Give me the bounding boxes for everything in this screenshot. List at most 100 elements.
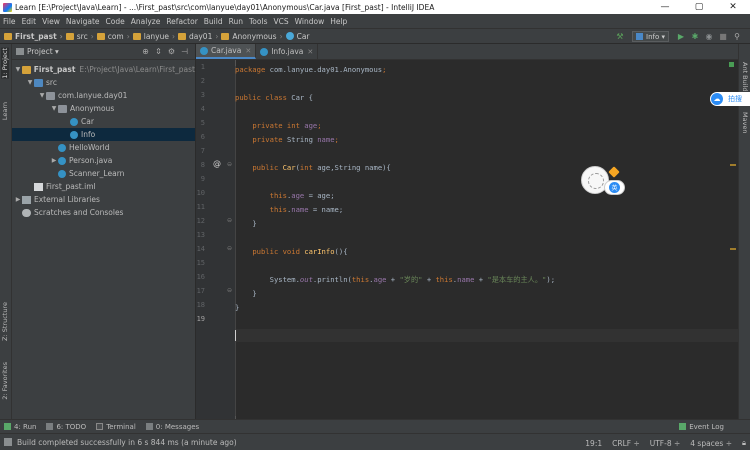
status-message[interactable]: Build completed successfully in 6 s 844 … [17, 438, 237, 447]
expanded-arrow-icon[interactable]: ▼ [26, 79, 34, 86]
tree-item-external-libraries[interactable]: ▶ External Libraries [12, 193, 195, 206]
tool-tab-structure[interactable]: Z: Structure [1, 302, 9, 341]
folder-icon [221, 32, 230, 40]
tool-tab-run[interactable]: 4: Run [4, 423, 36, 431]
tree-item-first-past[interactable]: ▼ First_past E:\Project\Java\Learn\First… [12, 63, 195, 76]
fold-icon[interactable]: ⊖ [227, 217, 232, 224]
tree-item-anonymous[interactable]: ▼ Anonymous [12, 102, 195, 115]
tool-tab-ant-build[interactable]: Ant Build [741, 62, 749, 92]
menu-window[interactable]: Window [295, 17, 325, 26]
folder-icon [65, 32, 74, 40]
event-log-icon [679, 423, 687, 430]
tree-item-src[interactable]: ▼ src [12, 76, 195, 89]
collapsed-arrow-icon[interactable]: ▶ [50, 157, 58, 164]
hide-panel-icon[interactable]: ⊣ [178, 47, 191, 56]
fold-icon[interactable]: ⊖ [227, 287, 232, 294]
close-button[interactable]: ✕ [716, 2, 750, 12]
tool-tab-favorites[interactable]: 2: Favorites [1, 362, 9, 400]
settings-gear-icon[interactable]: ⚙ [165, 47, 178, 56]
close-tab-icon[interactable]: ✕ [307, 48, 313, 56]
build-hammer-icon[interactable]: ⚒ [613, 32, 627, 41]
indent-setting[interactable]: 4 spaces ÷ [690, 439, 732, 448]
coverage-icon[interactable]: ◉ [702, 32, 716, 41]
caret-position[interactable]: 19:1 [585, 439, 602, 448]
menu-vcs[interactable]: VCS [273, 17, 288, 26]
cloud-search-button[interactable]: ☁ 拍搜 [710, 92, 750, 106]
warning-mark[interactable] [730, 164, 736, 166]
class-icon [70, 117, 78, 126]
collapsed-arrow-icon[interactable]: ▶ [14, 196, 22, 203]
tree-item-person[interactable]: ▶ Person.java [12, 154, 195, 167]
line-number: 3 [200, 91, 205, 99]
menu-edit[interactable]: Edit [22, 17, 37, 26]
run-icon[interactable]: ▶ [674, 32, 688, 41]
tool-tab-event-log[interactable]: Event Log [679, 423, 724, 431]
tree-item-car[interactable]: Car [12, 115, 195, 128]
menu-analyze[interactable]: Analyze [131, 17, 161, 26]
breadcrumb-src[interactable]: src › [65, 32, 94, 41]
tool-windows-icon[interactable] [4, 438, 12, 446]
fold-icon[interactable]: ⊖ [227, 161, 232, 168]
file-encoding[interactable]: UTF-8 ÷ [650, 439, 681, 448]
menu-help[interactable]: Help [330, 17, 347, 26]
tool-tab-maven[interactable]: Maven [741, 112, 749, 134]
warning-mark[interactable] [730, 248, 736, 250]
breadcrumb-anonymous[interactable]: Anonymous › [221, 32, 283, 41]
menu-view[interactable]: View [42, 17, 60, 26]
run-config-select[interactable]: Info ▾ [632, 31, 669, 42]
tree-item-scanner-learn[interactable]: Scanner_Learn [12, 167, 195, 180]
tree-item-scratches[interactable]: Scratches and Consoles [12, 206, 195, 219]
menu-navigate[interactable]: Navigate [66, 17, 100, 26]
menu-file[interactable]: File [3, 17, 16, 26]
breadcrumb-com[interactable]: com › [96, 32, 130, 41]
line-separator[interactable]: CRLF ÷ [612, 439, 640, 448]
menu-run[interactable]: Run [229, 17, 243, 26]
class-icon [70, 130, 78, 139]
code-area[interactable]: 1 2 3 4 5 6 7 8 9 10 11 12 13 14 15 16 1… [196, 60, 738, 419]
stop-icon[interactable]: ■ [716, 32, 730, 41]
class-icon [58, 143, 66, 152]
tree-item-helloworld[interactable]: HelloWorld [12, 141, 195, 154]
collapse-all-icon[interactable]: ⇕ [152, 47, 165, 56]
expanded-arrow-icon[interactable]: ▼ [38, 92, 46, 99]
menu-bar: File Edit View Navigate Code Analyze Ref… [0, 14, 750, 28]
menu-build[interactable]: Build [204, 17, 223, 26]
maximize-button[interactable]: ▢ [682, 2, 716, 12]
language-toggle[interactable]: 英 [604, 180, 625, 195]
tree-item-package[interactable]: ▼ com.lanyue.day01 [12, 89, 195, 102]
breadcrumb-day01[interactable]: day01 › [178, 32, 218, 41]
code-line-11: this.name = name; [269, 205, 344, 214]
fold-icon[interactable]: ⊖ [227, 245, 232, 252]
tool-tab-learn[interactable]: Learn [1, 102, 9, 120]
breadcrumb-project[interactable]: First_past › [4, 32, 63, 41]
line-gutter[interactable]: 1 2 3 4 5 6 7 8 9 10 11 12 13 14 15 16 1… [196, 60, 236, 419]
search-icon[interactable]: ⚲ [730, 32, 744, 41]
inspection-ok-icon[interactable] [729, 62, 734, 67]
breadcrumb-lanyue[interactable]: lanyue › [132, 32, 175, 41]
breadcrumb-car[interactable]: Car [285, 32, 310, 41]
expanded-arrow-icon[interactable]: ▼ [50, 105, 58, 112]
tree-item-iml[interactable]: First_past.iml [12, 180, 195, 193]
minimize-button[interactable]: — [648, 2, 682, 12]
menu-tools[interactable]: Tools [249, 17, 267, 26]
override-gutter-icon[interactable]: @ [213, 159, 221, 168]
current-line-highlight [236, 329, 738, 342]
error-stripe[interactable] [729, 60, 736, 419]
tab-car-java[interactable]: Car.java ✕ [196, 44, 257, 59]
locate-icon[interactable]: ⊕ [139, 47, 152, 56]
tab-info-java[interactable]: Info.java ✕ [256, 44, 319, 59]
tool-tab-todo[interactable]: 6: TODO [46, 423, 86, 431]
tool-tab-project[interactable]: 1: Project [1, 48, 9, 79]
project-panel-title[interactable]: Project [27, 47, 53, 56]
menu-refactor[interactable]: Refactor [166, 17, 197, 26]
expanded-arrow-icon[interactable]: ▼ [14, 66, 22, 73]
lock-icon[interactable]: 🔒︎ [742, 438, 746, 448]
bottom-tool-bar: 4: Run 6: TODO Terminal 0: Messages Even… [0, 419, 750, 433]
close-tab-icon[interactable]: ✕ [245, 47, 251, 55]
tree-item-info[interactable]: Info [12, 128, 195, 141]
menu-code[interactable]: Code [106, 17, 125, 26]
tool-tab-terminal[interactable]: Terminal [96, 423, 136, 431]
debug-icon[interactable]: ✱ [688, 32, 702, 41]
line-number: 14 [196, 245, 205, 253]
tool-tab-messages[interactable]: 0: Messages [145, 423, 199, 431]
